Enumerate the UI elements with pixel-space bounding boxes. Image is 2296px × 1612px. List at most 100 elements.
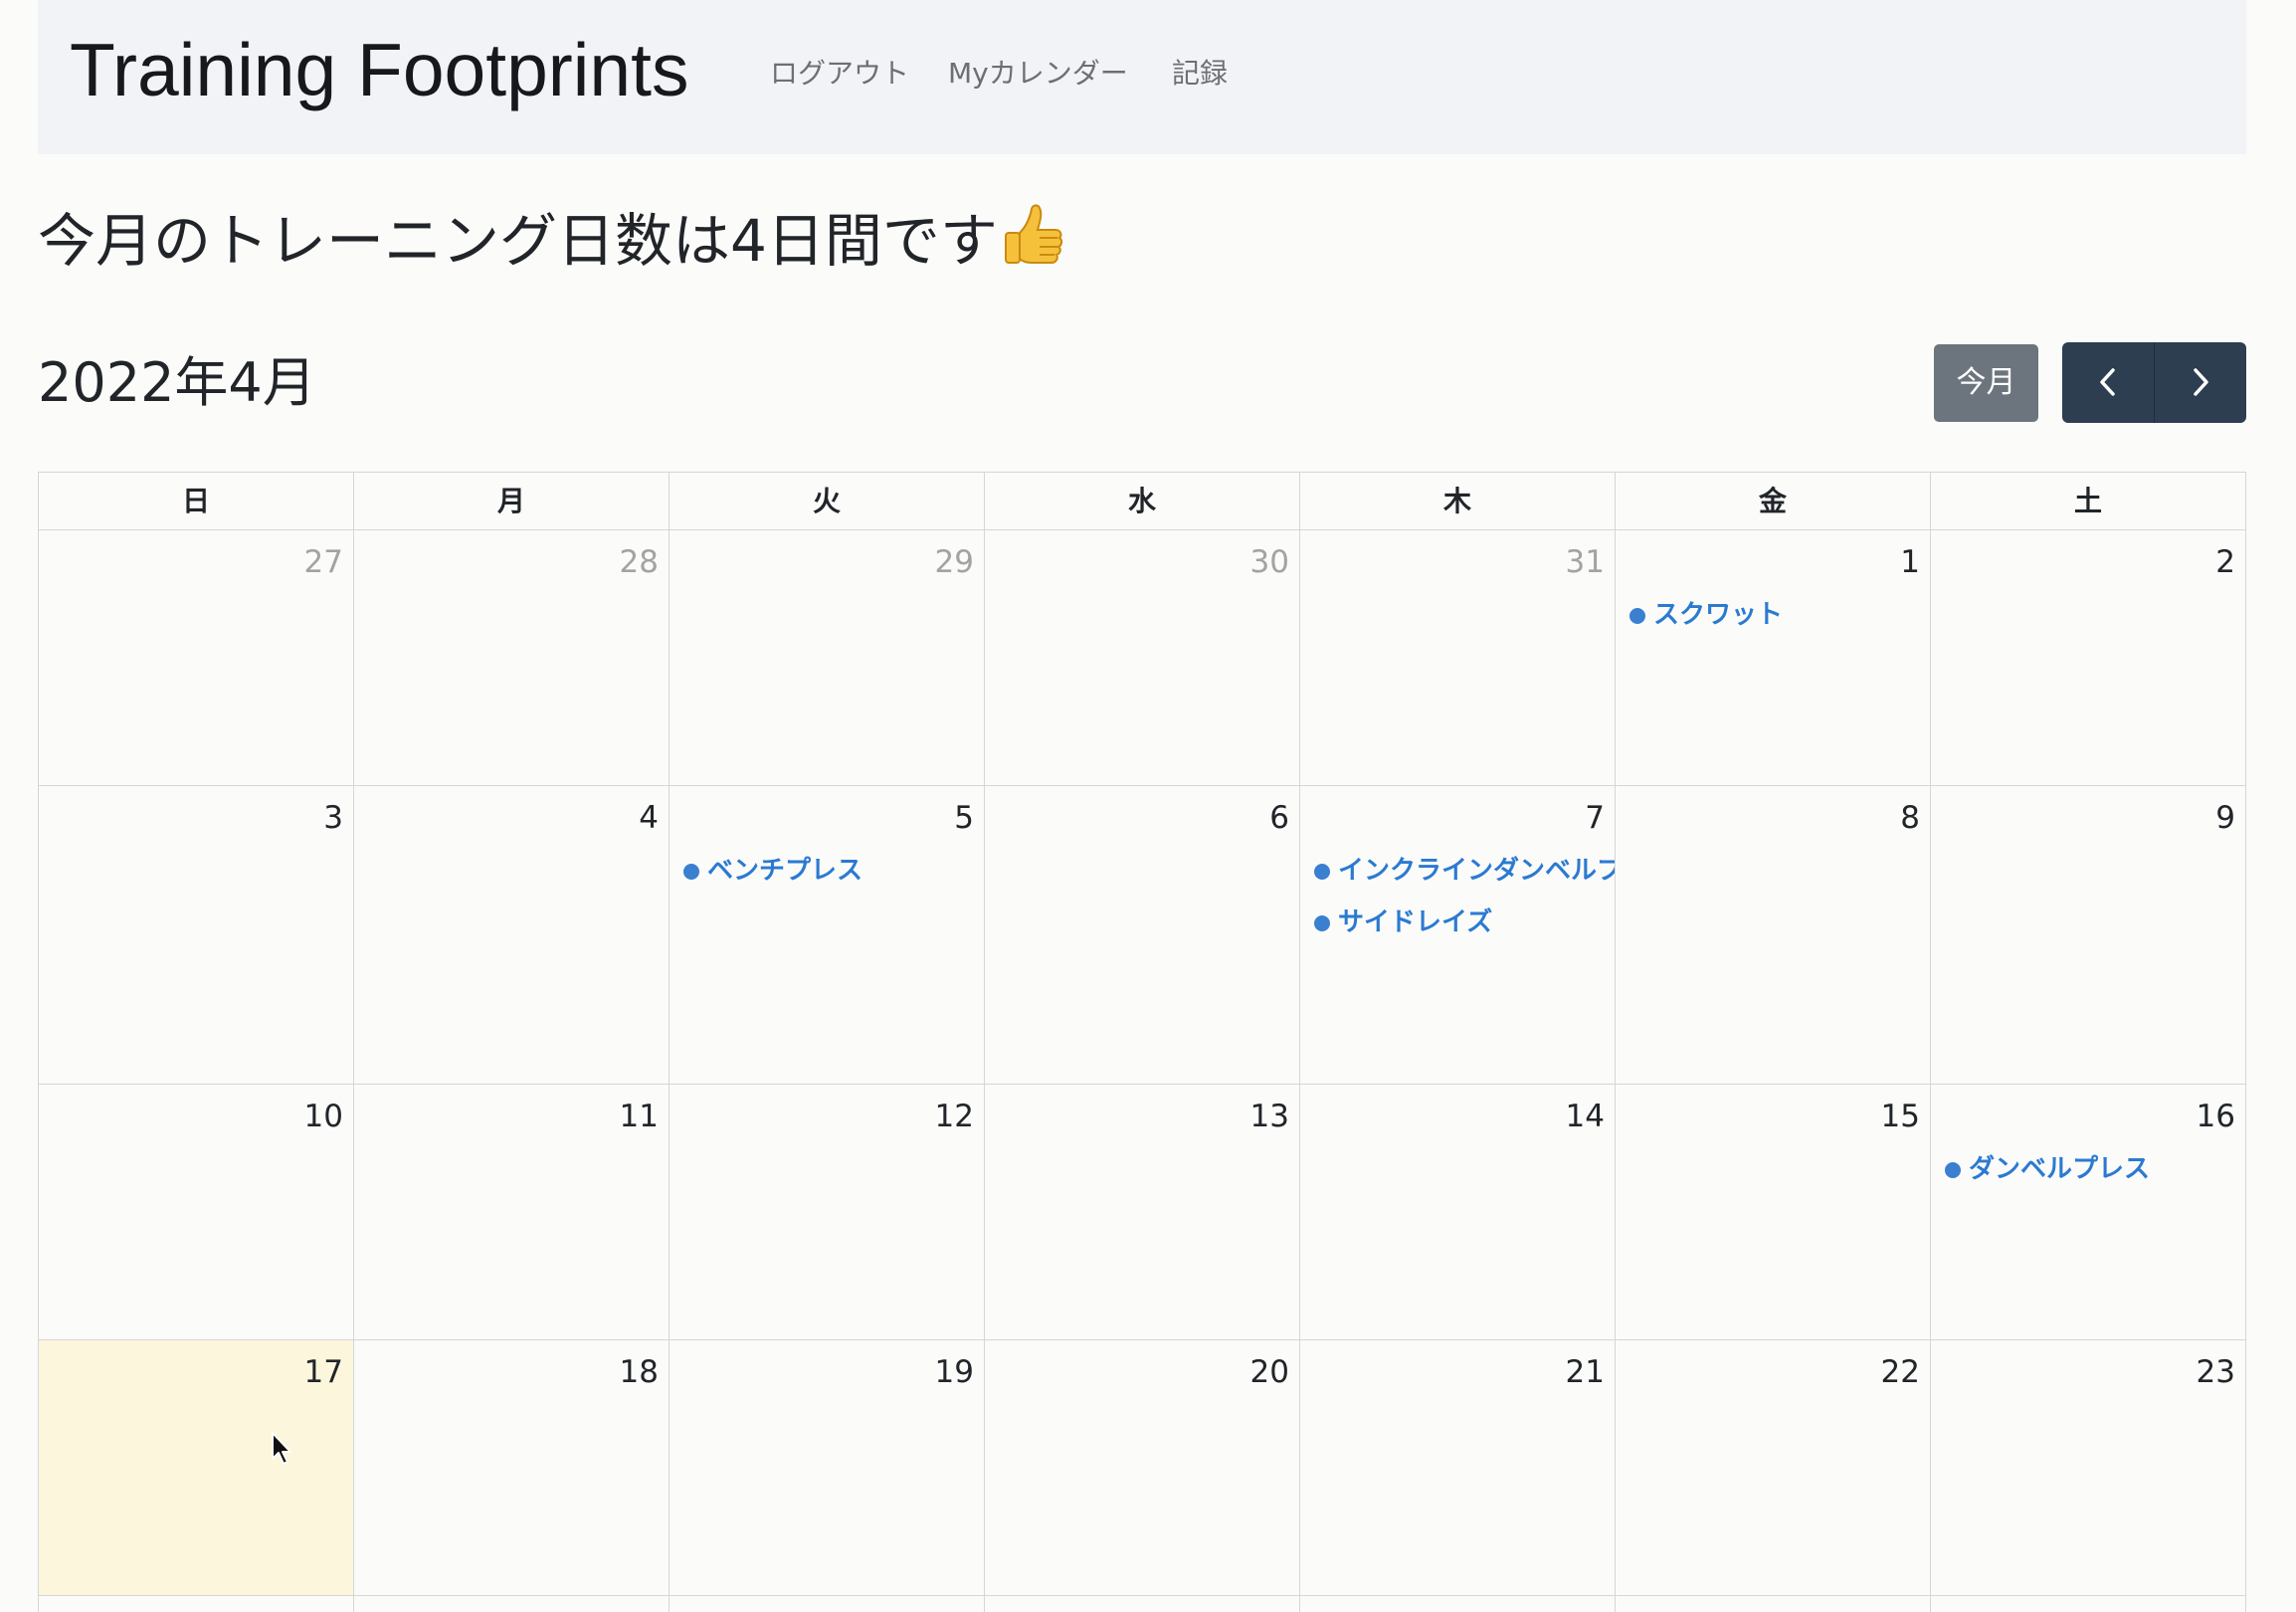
day-cell[interactable] xyxy=(1616,1596,1931,1612)
calendar-weeks: 27 28 29 30 31 1 スクワット 2 3 4 5 ベンチプレス 6 7 インクラインダンベルプサ… xyxy=(39,530,2246,1612)
day-cell[interactable] xyxy=(985,1596,1300,1612)
day-cell[interactable]: 28 xyxy=(354,530,670,786)
day-number: 6 xyxy=(1269,800,1289,836)
weekday-sat: 土 xyxy=(1931,473,2246,530)
calendar-event[interactable]: インクラインダンベルプ xyxy=(1312,854,1615,888)
day-number: 8 xyxy=(1900,800,1920,836)
chevron-right-icon xyxy=(2194,368,2208,396)
event-title: ベンチプレス xyxy=(707,856,863,886)
day-cell[interactable]: 22 xyxy=(1616,1340,1931,1596)
day-number: 19 xyxy=(934,1354,974,1390)
week-row xyxy=(39,1596,2246,1612)
day-cell[interactable]: 9 xyxy=(1931,786,2246,1085)
event-list: ダンベルプレス xyxy=(1943,1152,2245,1204)
day-number: 1 xyxy=(1900,544,1920,580)
event-dot-icon xyxy=(1945,1162,1961,1178)
day-cell-today[interactable]: 17 xyxy=(39,1340,354,1596)
top-navbar: Training Footprints ログアウト Myカレンダー 記録 xyxy=(38,0,2246,154)
day-cell[interactable]: 4 xyxy=(354,786,670,1085)
thumbs-up-icon xyxy=(1002,203,1065,271)
event-title: インクラインダンベルプ xyxy=(1338,856,1615,886)
next-month-button[interactable] xyxy=(2155,342,2246,423)
day-number: 11 xyxy=(619,1099,659,1134)
mouse-cursor-icon xyxy=(272,1432,291,1465)
event-dot-icon xyxy=(1314,915,1330,931)
day-cell[interactable]: 16 ダンベルプレス xyxy=(1931,1085,2246,1340)
day-cell[interactable] xyxy=(1931,1596,2246,1612)
day-cell[interactable] xyxy=(354,1596,670,1612)
day-cell[interactable]: 3 xyxy=(39,786,354,1085)
day-number: 29 xyxy=(934,544,974,580)
event-list: スクワット xyxy=(1627,598,1930,650)
day-number: 7 xyxy=(1585,800,1605,836)
day-cell[interactable] xyxy=(1300,1596,1616,1612)
day-number: 15 xyxy=(1880,1099,1920,1134)
calendar-title: 2022年4月 xyxy=(38,351,316,414)
day-cell[interactable]: 8 xyxy=(1616,786,1931,1085)
event-title: ダンベルプレス xyxy=(1969,1154,2151,1184)
day-cell[interactable]: 6 xyxy=(985,786,1300,1085)
day-number: 30 xyxy=(1249,544,1289,580)
day-cell[interactable]: 27 xyxy=(39,530,354,786)
day-cell[interactable]: 18 xyxy=(354,1340,670,1596)
event-dot-icon xyxy=(683,864,699,880)
calendar-event[interactable]: ベンチプレス xyxy=(681,854,984,888)
calendar-event[interactable]: スクワット xyxy=(1627,598,1930,632)
day-number: 21 xyxy=(1565,1354,1605,1390)
weekday-wed: 水 xyxy=(985,473,1300,530)
event-title: スクワット xyxy=(1653,600,1784,630)
nav-link-logout[interactable]: ログアウト xyxy=(770,56,909,92)
week-row: 3 4 5 ベンチプレス 6 7 インクラインダンベルプ サイドレイズ 8 9 xyxy=(39,786,2246,1085)
today-button[interactable]: 今月 xyxy=(1934,344,2038,422)
weekday-sun: 日 xyxy=(39,473,354,530)
day-cell[interactable]: 2 xyxy=(1931,530,2246,786)
day-number: 22 xyxy=(1880,1354,1920,1390)
day-cell[interactable] xyxy=(670,1596,985,1612)
week-row: 27 28 29 30 31 1 スクワット 2 xyxy=(39,530,2246,786)
brand-logo[interactable]: Training Footprints xyxy=(70,26,689,113)
day-number: 2 xyxy=(2215,544,2235,580)
day-cell[interactable]: 5 ベンチプレス xyxy=(670,786,985,1085)
day-cell[interactable]: 23 xyxy=(1931,1340,2246,1596)
day-number: 23 xyxy=(2196,1354,2235,1390)
day-cell[interactable]: 30 xyxy=(985,530,1300,786)
week-row: 17 18 19 20 21 22 23 xyxy=(39,1340,2246,1596)
day-number: 4 xyxy=(639,800,659,836)
nav-link-record[interactable]: 記録 xyxy=(1172,56,1228,92)
calendar-event[interactable]: ダンベルプレス xyxy=(1943,1152,2245,1186)
day-cell[interactable]: 19 xyxy=(670,1340,985,1596)
day-cell[interactable]: 20 xyxy=(985,1340,1300,1596)
training-summary: 今月のトレーニング日数は4日間です xyxy=(38,203,1232,279)
day-cell[interactable]: 1 スクワット xyxy=(1616,530,1931,786)
day-cell[interactable]: 7 インクラインダンベルプ サイドレイズ xyxy=(1300,786,1616,1085)
day-cell[interactable]: 29 xyxy=(670,530,985,786)
day-number: 13 xyxy=(1249,1099,1289,1134)
calendar-event[interactable]: サイドレイズ xyxy=(1312,906,1615,939)
day-number: 17 xyxy=(303,1354,343,1390)
day-number: 14 xyxy=(1565,1099,1605,1134)
day-number: 5 xyxy=(954,800,974,836)
day-cell[interactable]: 12 xyxy=(670,1085,985,1340)
day-cell[interactable]: 15 xyxy=(1616,1085,1931,1340)
week-row: 10 11 12 13 14 15 16 ダンベルプレス xyxy=(39,1085,2246,1340)
day-cell[interactable]: 11 xyxy=(354,1085,670,1340)
prev-month-button[interactable] xyxy=(2062,342,2155,423)
day-cell[interactable]: 13 xyxy=(985,1085,1300,1340)
nav-link-my-calendar[interactable]: Myカレンダー xyxy=(948,56,1128,92)
day-cell[interactable] xyxy=(39,1596,354,1612)
training-summary-text: 今月のトレーニング日数は4日間です xyxy=(38,207,998,275)
event-title: サイドレイズ xyxy=(1338,907,1493,937)
weekday-mon: 月 xyxy=(354,473,670,530)
day-cell[interactable]: 21 xyxy=(1300,1340,1616,1596)
event-list: ベンチプレス xyxy=(681,854,984,906)
day-number: 18 xyxy=(619,1354,659,1390)
day-cell[interactable]: 14 xyxy=(1300,1085,1616,1340)
day-number: 28 xyxy=(619,544,659,580)
day-number: 9 xyxy=(2215,800,2235,836)
day-number: 3 xyxy=(323,800,343,836)
weekday-fri: 金 xyxy=(1616,473,1931,530)
month-nav-group xyxy=(2062,342,2246,423)
day-cell[interactable]: 31 xyxy=(1300,530,1616,786)
day-cell[interactable]: 10 xyxy=(39,1085,354,1340)
event-dot-icon xyxy=(1629,608,1645,624)
